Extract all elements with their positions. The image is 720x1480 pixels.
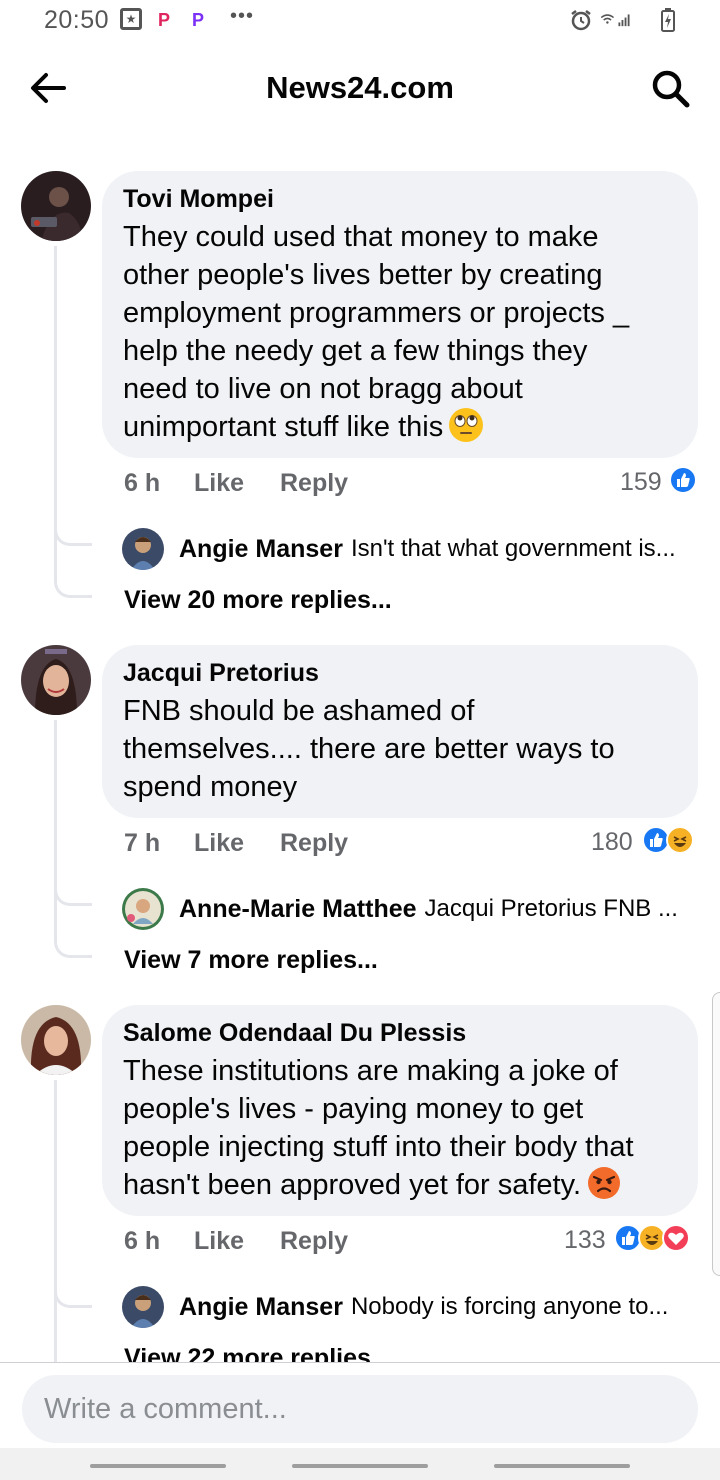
reply-snippet: Isn't that what government is... [350,535,676,562]
page-title: News24.com [266,70,454,105]
p-app-icon: P [157,9,170,30]
comment-text-body: They could used that money to make other… [123,221,630,443]
app-header: News24.com [0,44,720,134]
reaction-count[interactable]: 159 [620,468,662,497]
comment-text: They could used that money to make other… [123,218,678,446]
search-icon [652,70,690,108]
thread-branch [54,882,92,906]
like-button[interactable]: Like [194,829,280,858]
like-button[interactable]: Like [194,1227,280,1256]
comment-author[interactable]: Tovi Mompei [123,184,678,214]
comment-time: 6 h [124,469,161,497]
scrollbar[interactable] [712,992,720,1276]
reply-snippet: Jacqui Pretorius FNB ... [424,895,678,922]
like-reaction-icon [669,466,697,494]
reply-preview[interactable]: Angie Manser Isn't that what government … [122,527,676,571]
avatar[interactable] [122,888,164,930]
love-reaction-icon [662,1224,690,1252]
avatar[interactable] [122,528,164,570]
reply-button[interactable]: Reply [280,829,380,858]
avatar[interactable] [21,1005,91,1075]
thread-branch [54,522,92,546]
reply-author[interactable]: Angie Manser [179,535,343,564]
comment-text: FNB should be ashamed of themselves.... … [123,695,615,803]
reply-button[interactable]: Reply [280,1227,380,1256]
comment-actions: 7 h Like Reply [124,829,380,858]
avatar[interactable] [21,171,91,241]
system-nav-bar [0,1448,720,1480]
reply-author[interactable]: Anne-Marie Matthee [179,895,417,924]
reaction-icons[interactable] [669,466,697,494]
thread-branch [54,574,92,598]
status-time: 20:50 [44,6,110,34]
comment-composer [0,1362,720,1448]
like-button[interactable]: Like [194,469,280,498]
comment-bubble: Jacqui Pretorius FNB should be ashamed o… [102,645,698,818]
comment-author[interactable]: Salome Odendaal Du Plessis [123,1018,678,1048]
nav-back-handle[interactable] [494,1464,630,1468]
pouting-face-emoji-icon [587,1166,621,1200]
comment-text-body: These institutions are making a joke of … [123,1055,634,1201]
haha-reaction-icon [666,826,694,854]
reaction-icons[interactable] [614,1224,690,1252]
nav-home-handle[interactable] [292,1464,428,1468]
wifi-icon [600,8,632,32]
reply-snippet: Nobody is forcing anyone to... [350,1293,669,1320]
comment-bubble: Tovi Mompei They could used that money t… [102,171,698,458]
thread-line [54,720,57,936]
avatar[interactable] [122,1286,164,1328]
comment-actions: 6 h Like Reply [124,1227,380,1256]
reply-preview[interactable]: Anne-Marie Matthee Jacqui Pretorius FNB … [122,887,678,931]
comment-actions: 6 h Like Reply [124,469,380,498]
reaction-count[interactable]: 133 [564,1226,606,1255]
more-dots-icon: ••• [229,4,254,27]
reply-preview[interactable]: Angie Manser Nobody is forcing anyone to… [122,1285,668,1329]
comment-bubble: Salome Odendaal Du Plessis These institu… [102,1005,698,1216]
status-bar: 20:50 ★ P P ••• [0,0,720,44]
nav-recents-handle[interactable] [90,1464,226,1468]
search-button[interactable] [648,66,692,110]
thread-branch [54,1284,92,1308]
comment-author[interactable]: Jacqui Pretorius [123,658,678,688]
reaction-icons[interactable] [642,826,694,854]
reaction-count[interactable]: 180 [591,828,633,857]
thread-branch [54,934,92,958]
comment-time: 7 h [124,829,161,857]
comment-input[interactable] [22,1375,698,1443]
view-more-replies[interactable]: View 20 more replies... [124,586,392,615]
comment-text: These institutions are making a joke of … [123,1052,678,1204]
rolling-eyes-emoji-icon [449,408,484,442]
avatar[interactable] [21,645,91,715]
view-more-replies[interactable]: View 7 more replies... [124,946,378,975]
reply-author[interactable]: Angie Manser [179,1293,343,1322]
comment-time: 6 h [124,1227,161,1255]
reply-button[interactable]: Reply [280,469,380,498]
news-app-icon: ★ [120,8,142,30]
battery-charging-icon [660,8,676,32]
alarm-icon [568,8,594,32]
thread-line [54,1080,57,1370]
p-app-icon: P [191,9,204,30]
